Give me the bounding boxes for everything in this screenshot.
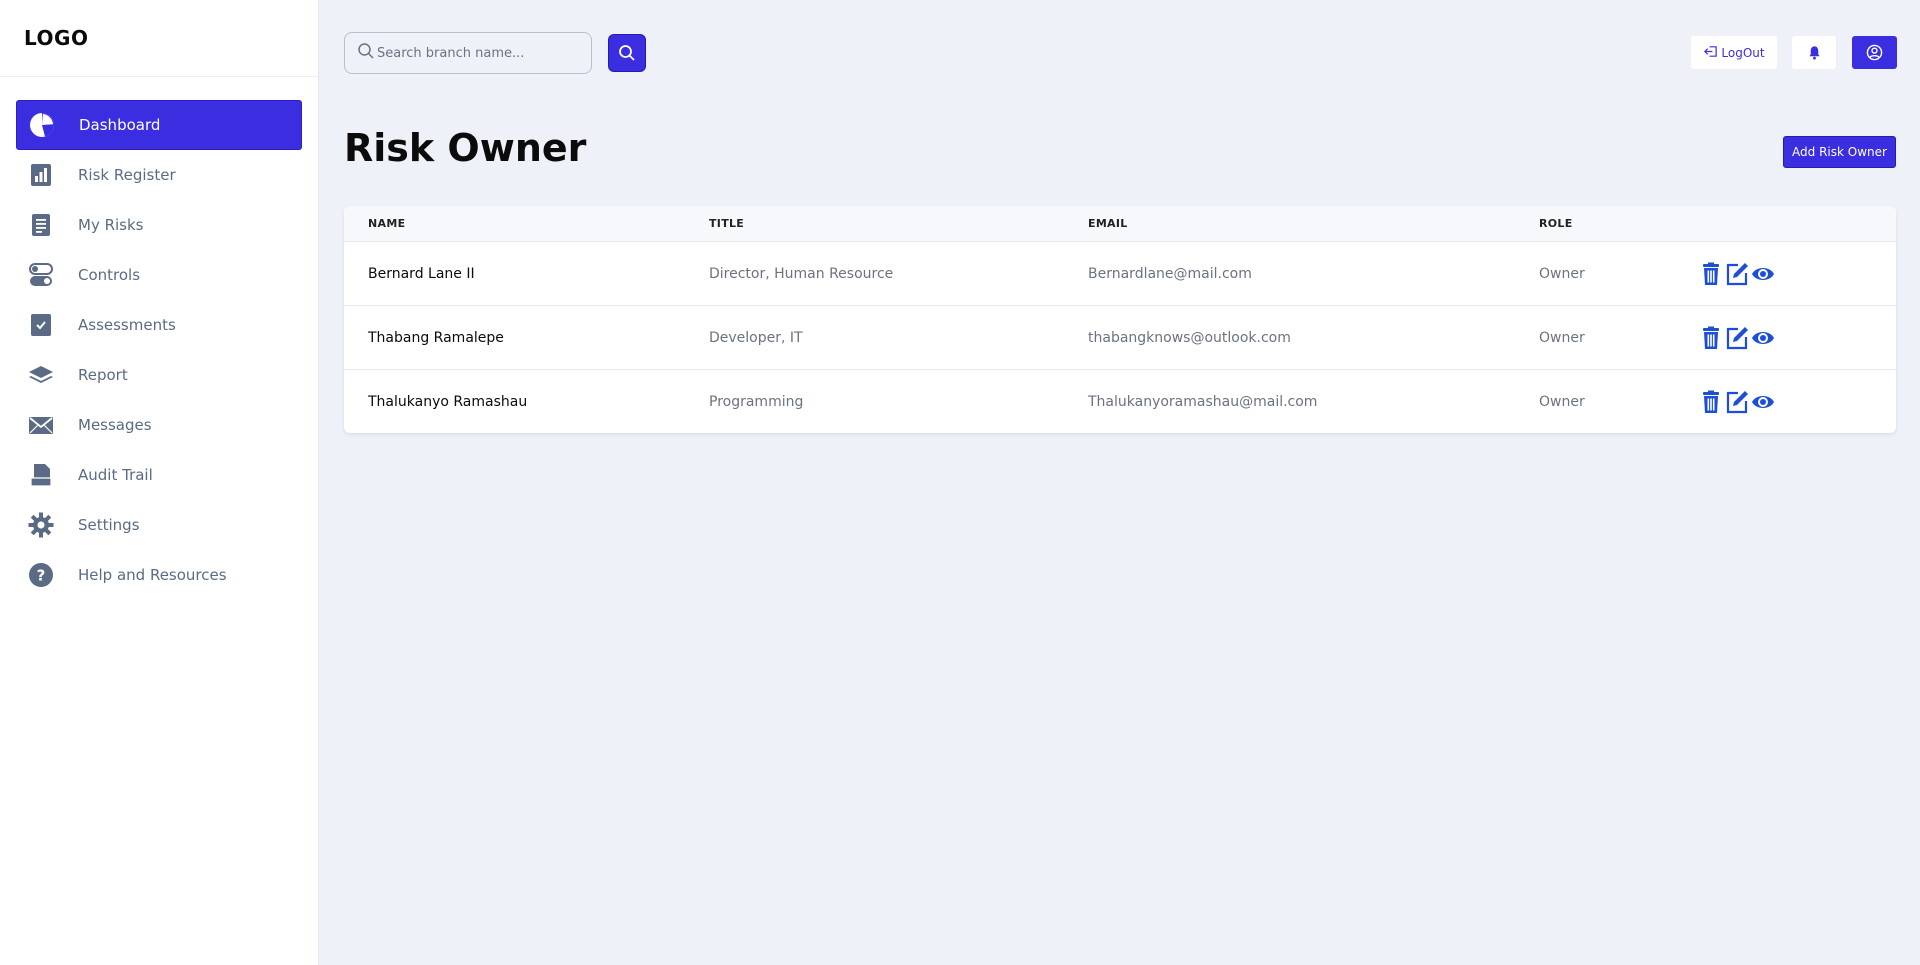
sidebar-item-label: Report xyxy=(78,366,128,384)
owner-name: Thalukanyo Ramashau xyxy=(368,393,528,410)
profile-button[interactable] xyxy=(1852,36,1897,69)
page-title: Risk Owner xyxy=(344,126,587,170)
user-circle-icon xyxy=(1866,44,1883,61)
sidebar-item-messages[interactable]: Messages xyxy=(16,400,302,450)
owner-email: thabangknows@outlook.com xyxy=(1088,329,1291,346)
layers-icon xyxy=(28,362,54,388)
search-input[interactable] xyxy=(377,45,577,61)
view-icon[interactable] xyxy=(1750,261,1776,287)
question-icon: ? xyxy=(28,562,54,588)
owner-role: Owner xyxy=(1539,393,1585,410)
column-header-role: ROLE xyxy=(1539,217,1573,230)
logo: LOGO xyxy=(0,0,318,77)
sidebar-item-report[interactable]: Report xyxy=(16,350,302,400)
top-bar: LogOut xyxy=(344,32,1897,74)
file-stack-icon xyxy=(28,462,54,488)
bell-icon xyxy=(1808,46,1820,60)
sidebar-nav: Dashboard Risk Register My Risks Control… xyxy=(0,77,318,600)
sidebar-item-audit-trail[interactable]: Audit Trail xyxy=(16,450,302,500)
owner-email: Thalukanyoramashau@mail.com xyxy=(1088,393,1318,410)
table-row: Bernard Lane II Director, Human Resource… xyxy=(344,241,1896,305)
sidebar-item-label: Dashboard xyxy=(79,116,161,134)
sidebar-item-label: Controls xyxy=(78,266,141,284)
risk-owner-table: NAME TITLE EMAIL ROLE Bernard Lane II Di… xyxy=(344,206,1896,433)
view-icon[interactable] xyxy=(1750,325,1776,351)
row-actions xyxy=(1698,261,1776,287)
row-actions xyxy=(1698,389,1776,415)
gear-icon xyxy=(28,512,54,538)
sidebar-item-label: My Risks xyxy=(78,216,144,234)
notifications-button[interactable] xyxy=(1792,36,1836,69)
owner-title: Programming xyxy=(709,393,804,410)
owner-role: Owner xyxy=(1539,265,1585,282)
sidebar-item-label: Settings xyxy=(78,516,140,534)
owner-title: Developer, IT xyxy=(709,329,803,346)
edit-icon[interactable] xyxy=(1724,389,1750,415)
row-actions xyxy=(1698,325,1776,351)
bar-chart-icon xyxy=(28,162,54,188)
trash-icon[interactable] xyxy=(1698,261,1724,287)
sidebar-item-label: Help and Resources xyxy=(78,566,227,584)
search-icon xyxy=(357,42,377,64)
search-button[interactable] xyxy=(608,34,646,72)
table-header: NAME TITLE EMAIL ROLE xyxy=(344,206,1896,241)
sidebar-item-controls[interactable]: Controls xyxy=(16,250,302,300)
owner-email: Bernardlane@mail.com xyxy=(1088,265,1252,282)
column-header-email: EMAIL xyxy=(1088,217,1128,230)
sidebar-item-label: Audit Trail xyxy=(78,466,153,484)
column-header-title: TITLE xyxy=(709,217,745,230)
logout-label: LogOut xyxy=(1721,45,1765,60)
svg-text:?: ? xyxy=(37,567,46,585)
table-row: Thalukanyo Ramashau Programming Thalukan… xyxy=(344,369,1896,433)
search-box xyxy=(344,32,592,74)
table-row: Thabang Ramalepe Developer, IT thabangkn… xyxy=(344,305,1896,369)
search-icon xyxy=(619,45,635,61)
owner-role: Owner xyxy=(1539,329,1585,346)
checklist-icon xyxy=(28,312,54,338)
pie-chart-icon xyxy=(29,112,55,138)
trash-icon[interactable] xyxy=(1698,325,1724,351)
sidebar-item-assessments[interactable]: Assessments xyxy=(16,300,302,350)
edit-icon[interactable] xyxy=(1724,261,1750,287)
owner-name: Bernard Lane II xyxy=(368,265,475,282)
sidebar-item-settings[interactable]: Settings xyxy=(16,500,302,550)
toggle-icon xyxy=(28,262,54,288)
envelope-icon xyxy=(28,412,54,438)
trash-icon[interactable] xyxy=(1698,389,1724,415)
sidebar-item-label: Messages xyxy=(78,416,152,434)
sidebar-item-label: Assessments xyxy=(78,316,176,334)
add-risk-owner-button[interactable]: Add Risk Owner xyxy=(1783,136,1896,168)
sidebar-item-risk-register[interactable]: Risk Register xyxy=(16,150,302,200)
logout-icon xyxy=(1703,44,1721,62)
edit-icon[interactable] xyxy=(1724,325,1750,351)
sidebar-item-dashboard[interactable]: Dashboard xyxy=(16,100,302,150)
owner-title: Director, Human Resource xyxy=(709,265,894,282)
sidebar-item-label: Risk Register xyxy=(78,166,176,184)
sidebar-item-help[interactable]: ? Help and Resources xyxy=(16,550,302,600)
document-icon xyxy=(28,212,54,238)
sidebar-item-my-risks[interactable]: My Risks xyxy=(16,200,302,250)
owner-name: Thabang Ramalepe xyxy=(368,329,504,346)
logout-button[interactable]: LogOut xyxy=(1691,36,1777,69)
view-icon[interactable] xyxy=(1750,389,1776,415)
column-header-name: NAME xyxy=(368,217,406,230)
sidebar: LOGO Dashboard Risk Register My Risks Co… xyxy=(0,0,319,965)
